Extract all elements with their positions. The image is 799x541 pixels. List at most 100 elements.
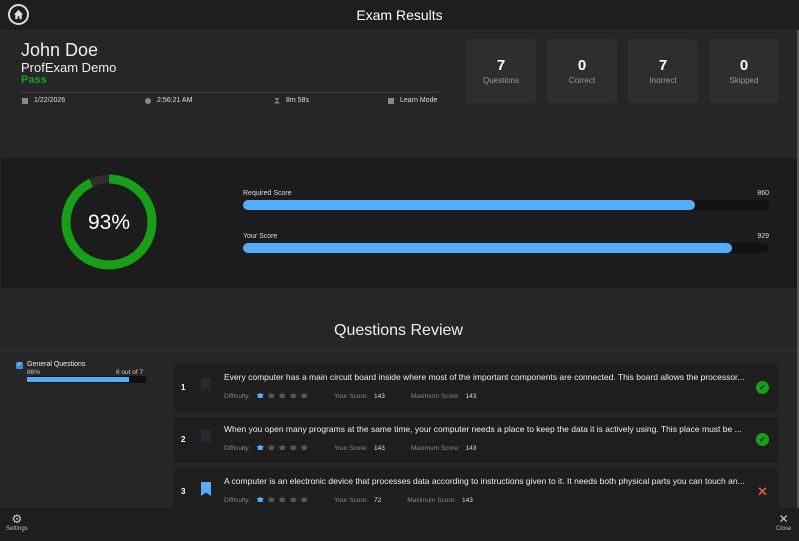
max-score-label: Maximum Score: [410, 393, 460, 400]
user-name: John Doe [21, 40, 99, 60]
question-details: Difficulty: Your Score: 143 Maximum Score… [224, 393, 476, 400]
max-score-value: 143 [465, 393, 477, 400]
title-bar: Exam Results [0, 0, 799, 30]
required-score-bar [243, 200, 769, 210]
close-label: Close [776, 526, 792, 532]
bookmark-icon[interactable] [201, 482, 211, 496]
stat-label: Inorrect [649, 76, 677, 85]
your-score-label: Your Score: [334, 445, 368, 452]
settings-button[interactable]: ⚙ Settings [6, 512, 28, 532]
category-percent: 86% [27, 369, 41, 376]
clock-icon [145, 97, 151, 104]
duration-text: 8m 58s [286, 97, 309, 104]
difficulty-cap-icon [256, 445, 265, 450]
stat-skipped: 0 Skipped [709, 39, 779, 103]
difficulty-cap-icon [278, 393, 287, 398]
settings-label: Settings [6, 526, 28, 532]
difficulty-cap-icon [300, 497, 309, 502]
your-score-label: Your Score: [334, 393, 368, 400]
difficulty-cap-icon [267, 497, 276, 502]
your-score-bar [243, 243, 769, 253]
max-score-label: Maximum Score: [410, 445, 460, 452]
your-score-label: Your Score: [334, 497, 368, 504]
date-text: 1/22/2026 [34, 97, 66, 104]
your-score-value: 143 [373, 393, 385, 400]
stat-value: 7 [658, 57, 668, 74]
difficulty-label: Difficulty: [224, 445, 251, 452]
stat-value: 7 [496, 57, 506, 74]
date-info: 1/22/2026 [22, 97, 65, 104]
bookmark-icon[interactable] [201, 430, 211, 444]
difficulty-cap-icon [300, 393, 309, 398]
mode-info: Learn Mode [388, 97, 437, 104]
close-icon: ✕ [778, 512, 789, 526]
question-number: 1 [181, 383, 186, 392]
category-name: General Questions [27, 361, 86, 368]
difficulty-cap-icon [256, 497, 265, 502]
score-ring: 93% [61, 174, 157, 270]
divider [21, 92, 439, 93]
difficulty-cap-icon [289, 497, 298, 502]
stat-correct: 0 Correct [547, 39, 617, 103]
footer-bar: ⚙ Settings ✕ Close [0, 508, 799, 541]
home-button[interactable] [8, 4, 29, 25]
stat-value: 0 [739, 57, 749, 74]
category-progress [27, 376, 146, 383]
your-score-value: 143 [373, 445, 385, 452]
score-percent: 93% [88, 211, 130, 234]
stat-incorrect: 7 Inorrect [628, 39, 698, 103]
bookmark-icon[interactable] [201, 378, 211, 392]
mode-icon [388, 97, 394, 104]
your-score-fill [243, 243, 732, 253]
difficulty-cap-icon [278, 497, 287, 502]
stat-value: 0 [577, 57, 587, 74]
question-details: Difficulty: Your Score: 143 Maximum Score… [224, 445, 476, 452]
score-section: 93% Required Score 860 Your Score 929 [1, 158, 797, 288]
cross-icon: ✕ [757, 484, 768, 499]
max-score-value: 143 [465, 445, 477, 452]
divider [0, 350, 797, 351]
difficulty-label: Difficulty: [224, 393, 251, 400]
max-score-label: Maximum Score: [407, 497, 456, 504]
hourglass-icon [274, 97, 280, 104]
category-progress-fill [27, 377, 130, 382]
required-score-fill [243, 200, 696, 210]
check-circle-icon: ✓ [756, 381, 769, 394]
max-score-value: 143 [461, 497, 473, 504]
difficulty-cap-icon [289, 445, 298, 450]
time-text: 2:56:21 AM [157, 97, 193, 104]
question-details: Difficulty: Your Score: 72 Maximum Score:… [224, 497, 473, 504]
your-score-value: 929 [757, 233, 769, 240]
question-number: 2 [181, 435, 186, 444]
difficulty-cap-icon [256, 393, 265, 398]
stat-label: Skipped [729, 76, 759, 85]
your-score-label: Your Score [243, 233, 278, 240]
result-status: Pass [21, 74, 47, 86]
difficulty-cap-icon [267, 393, 276, 398]
exam-name: ProfExam Demo [21, 60, 117, 75]
your-score-value: 72 [373, 497, 382, 504]
question-number: 3 [181, 487, 186, 496]
calendar-icon [22, 97, 28, 104]
category-checkbox[interactable]: ✓ [16, 362, 23, 369]
difficulty-cap-icon [278, 445, 287, 450]
question-text: When you open many programs at the same … [224, 424, 742, 434]
difficulty-cap-icon [267, 445, 276, 450]
difficulty-cap-icon [300, 445, 309, 450]
category-count: 6 out of 7 [116, 369, 144, 376]
time-info: 2:56:21 AM [145, 97, 192, 104]
close-button[interactable]: ✕ Close [776, 512, 791, 532]
question-row[interactable]: 2 When you open many programs at the sam… [173, 417, 779, 463]
stat-questions: 7 Questions [466, 39, 536, 103]
mode-text: Learn Mode [400, 97, 438, 104]
question-text: A computer is an electronic device that … [224, 476, 745, 486]
question-row[interactable]: 1 Every computer has a main circuit boar… [173, 365, 779, 411]
difficulty-cap-icon [289, 393, 298, 398]
required-score-label: Required Score [243, 190, 292, 197]
stat-label: Questions [482, 76, 520, 85]
review-title: Questions Review [334, 322, 463, 339]
home-icon [13, 9, 24, 20]
duration-info: 8m 58s [274, 97, 309, 104]
stat-label: Correct [568, 76, 596, 85]
check-circle-icon: ✓ [756, 433, 769, 446]
